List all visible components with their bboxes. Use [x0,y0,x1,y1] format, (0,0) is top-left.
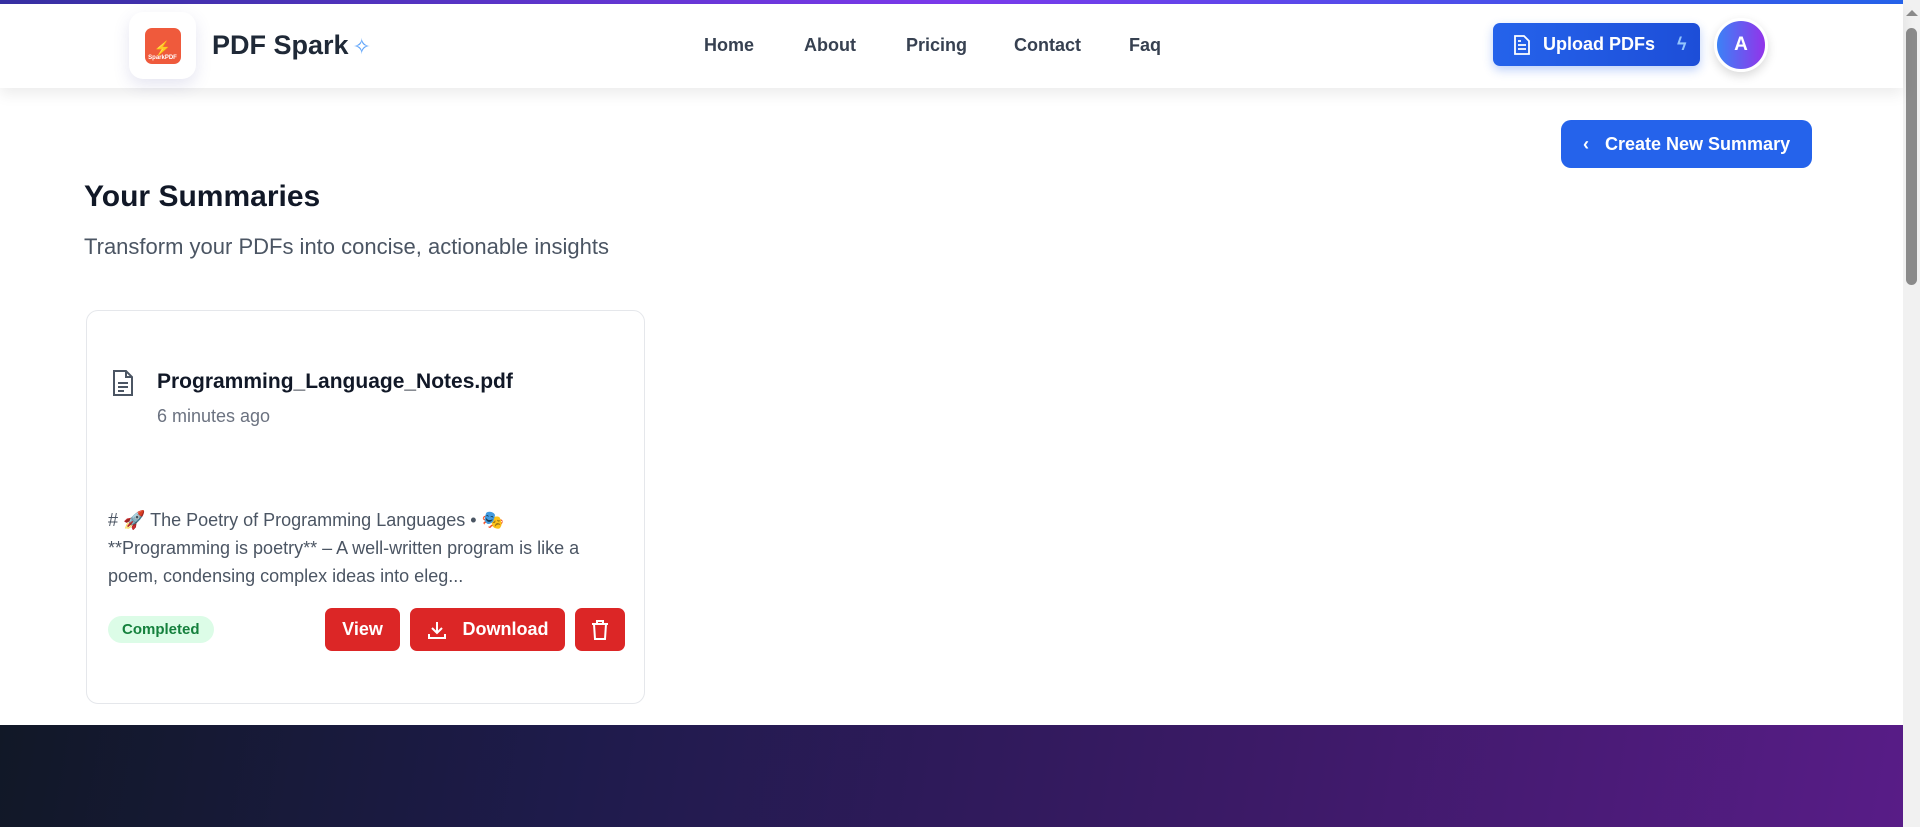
page-subtitle: Transform your PDFs into concise, action… [84,234,609,259]
summary-preview: # 🚀 The Poetry of Programming Languages … [108,506,628,590]
user-avatar[interactable]: A [1714,18,1768,72]
preview-text: **Programming is poetry** – A well-writt… [108,538,580,586]
scrollbar[interactable] [1903,0,1920,827]
summary-card: Programming_Language_Notes.pdf 6 minutes… [86,310,645,704]
sparkle-icon: ✧ [352,34,371,59]
nav-home[interactable]: Home [704,35,754,56]
delete-button[interactable] [575,608,625,651]
brand-name[interactable]: PDF Spark ✧ [212,30,371,61]
view-button[interactable]: View [325,608,400,651]
status-badge: Completed [108,616,214,643]
navbar: ⚡ SparkPDF PDF Spark ✧ Home About Pricing … [0,4,1903,88]
logo-icon: ⚡ SparkPDF [144,27,181,64]
nav-contact[interactable]: Contact [1014,35,1081,56]
download-icon [427,621,446,639]
logo-text: SparkPDF [148,54,177,61]
chevron-left-icon: ‹ [1583,133,1589,154]
download-label: Download [462,619,549,639]
upload-label: Upload PDFs [1543,34,1656,54]
trash-icon [592,619,608,640]
upload-pdfs-button[interactable]: Upload PDFs ϟ [1493,23,1700,66]
file-time: 6 minutes ago [157,406,271,426]
download-button[interactable]: Download [410,608,565,651]
file-icon [1514,34,1530,55]
lightning-icon: ϟ [1677,34,1687,54]
scrollbar-thumb[interactable] [1906,28,1917,285]
nav-faq[interactable]: Faq [1129,35,1161,56]
create-label: Create New Summary [1605,133,1791,154]
preview-line: # 🚀 The Poetry of Programming Languages … [108,510,504,530]
document-icon [113,370,133,396]
footer [0,725,1903,827]
scroll-up-arrow-icon[interactable] [1906,10,1918,16]
nav-pricing[interactable]: Pricing [906,35,967,56]
file-name[interactable]: Programming_Language_Notes.pdf [157,370,513,394]
logo[interactable]: ⚡ SparkPDF [129,12,196,79]
brand-text: PDF Spark [212,30,349,60]
create-new-summary-button[interactable]: ‹ Create New Summary [1561,120,1812,168]
page-title: Your Summaries [84,180,321,213]
nav-about[interactable]: About [804,35,856,56]
